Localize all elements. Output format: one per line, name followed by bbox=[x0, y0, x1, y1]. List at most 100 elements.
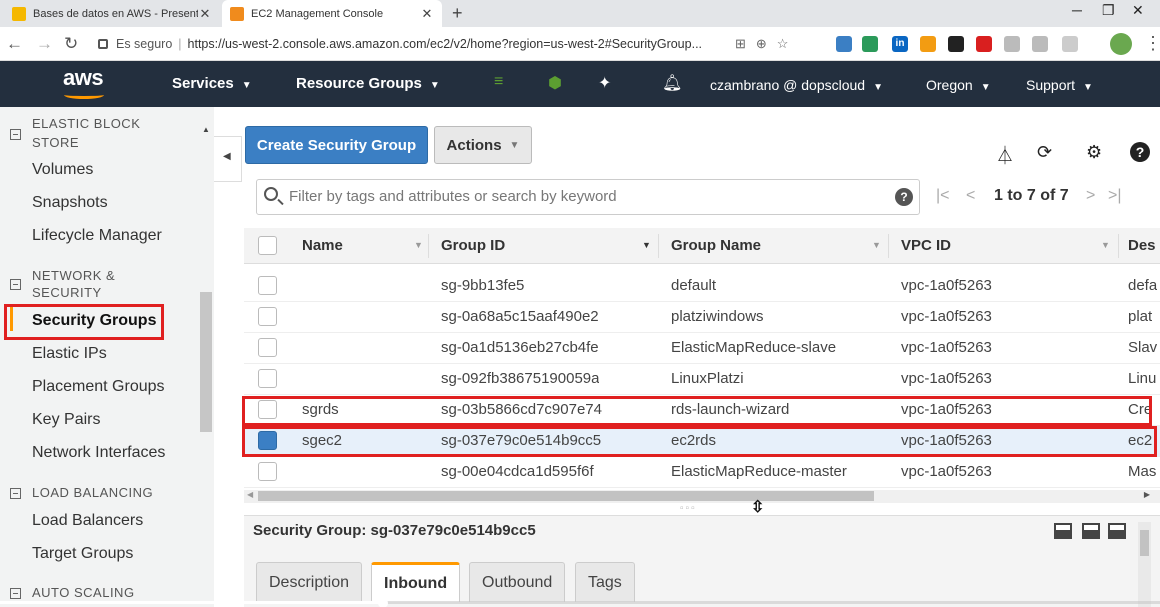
sidebar-group-ebs[interactable]: STORE bbox=[32, 135, 79, 151]
close-window-icon[interactable]: ✕ bbox=[1132, 2, 1144, 19]
sidebar-item-elastic-ips[interactable]: Elastic IPs bbox=[32, 345, 107, 363]
back-icon[interactable]: ← bbox=[6, 34, 23, 54]
column-divider[interactable] bbox=[1118, 234, 1119, 258]
linkedin-icon[interactable]: in bbox=[892, 36, 908, 52]
table-row[interactable]: sg-00e04cdca1d595f6f ElasticMapReduce-ma… bbox=[244, 457, 1160, 488]
table-row[interactable]: sg-092fb38675190059a LinuxPlatzi vpc-1a0… bbox=[244, 364, 1160, 395]
tab-inbound[interactable]: Inbound bbox=[371, 562, 461, 602]
video-progress-bar[interactable] bbox=[0, 598, 1160, 607]
minimize-icon[interactable]: ─ bbox=[1072, 2, 1082, 18]
detail-vertical-scrollbar[interactable] bbox=[1138, 522, 1151, 607]
pin-icon[interactable]: ✦ bbox=[598, 73, 611, 93]
column-divider[interactable] bbox=[428, 234, 429, 258]
collapse-section-icon[interactable] bbox=[10, 129, 21, 140]
sidebar-group-load-balancing[interactable]: LOAD BALANCING bbox=[32, 485, 153, 501]
table-row[interactable]: sgrds sg-03b5866cd7c907e74 rds-launch-wi… bbox=[244, 395, 1160, 426]
create-security-group-button[interactable]: Create Security Group bbox=[245, 126, 428, 164]
close-tab-icon[interactable]: ✕ bbox=[198, 6, 212, 22]
support-menu[interactable]: Support ▼ bbox=[1026, 77, 1093, 93]
sort-icon[interactable]: ▼ bbox=[414, 240, 423, 250]
extension-icon[interactable] bbox=[1062, 36, 1078, 52]
tab-outbound[interactable]: Outbound bbox=[469, 562, 566, 602]
column-header-group-name[interactable]: Group Name bbox=[671, 237, 761, 254]
row-checkbox[interactable] bbox=[258, 338, 277, 357]
pane-splitter[interactable]: ▫▫▫ bbox=[244, 503, 1160, 515]
row-checkbox-checked[interactable] bbox=[258, 431, 277, 450]
services-menu[interactable]: Services ▼ bbox=[172, 75, 252, 92]
row-checkbox[interactable] bbox=[258, 369, 277, 388]
refresh-icon[interactable]: ⟳ bbox=[1037, 142, 1052, 163]
first-page-icon[interactable]: |< bbox=[936, 187, 950, 205]
collapse-section-icon[interactable] bbox=[10, 279, 21, 290]
page-actions-icons[interactable]: ⊞⊕☆ bbox=[735, 36, 798, 52]
sort-icon[interactable]: ▼ bbox=[872, 240, 881, 250]
forward-icon[interactable]: → bbox=[36, 34, 53, 54]
table-row[interactable]: sg-0a68a5c15aaf490e2 platziwindows vpc-1… bbox=[244, 302, 1160, 333]
opera-icon[interactable] bbox=[976, 36, 992, 52]
help-icon[interactable]: ? bbox=[1130, 142, 1150, 162]
bell-icon[interactable]: 🔔︎ bbox=[662, 73, 682, 93]
sort-icon[interactable]: ▼ bbox=[1101, 240, 1110, 250]
sidebar-item-snapshots[interactable]: Snapshots bbox=[32, 194, 108, 212]
filter-help-icon[interactable]: ? bbox=[895, 188, 913, 206]
select-all-checkbox[interactable] bbox=[258, 236, 277, 255]
extension-icon[interactable] bbox=[1004, 36, 1020, 52]
profile-avatar[interactable] bbox=[1110, 33, 1132, 55]
extension-icon[interactable] bbox=[1032, 36, 1048, 52]
pinned-service-icon[interactable]: ≡ bbox=[494, 73, 503, 91]
browser-tab-ec2-console[interactable]: EC2 Management Console ✕ bbox=[222, 0, 442, 27]
account-menu[interactable]: czambrano @ dopscloud ▼ bbox=[710, 77, 883, 93]
pinned-service-icon[interactable]: ⬢ bbox=[548, 73, 562, 93]
sidebar-item-volumes[interactable]: Volumes bbox=[32, 161, 93, 179]
extension-icon[interactable] bbox=[836, 36, 852, 52]
region-menu[interactable]: Oregon ▼ bbox=[926, 77, 991, 93]
tab-tags[interactable]: Tags bbox=[575, 562, 635, 602]
sidebar-item-target-groups[interactable]: Target Groups bbox=[32, 545, 133, 563]
extension-icon[interactable] bbox=[920, 36, 936, 52]
row-checkbox[interactable] bbox=[258, 400, 277, 419]
next-page-icon[interactable]: > bbox=[1086, 187, 1095, 205]
scroll-left-icon[interactable]: ◀ bbox=[247, 490, 253, 499]
sidebar-item-key-pairs[interactable]: Key Pairs bbox=[32, 411, 100, 429]
layout-full-icon[interactable] bbox=[1108, 523, 1126, 539]
table-row[interactable]: sg-9bb13fe5 default vpc-1a0f5263 defa bbox=[244, 271, 1160, 302]
sidebar-item-placement-groups[interactable]: Placement Groups bbox=[32, 378, 165, 396]
sidebar-group-network-security[interactable]: NETWORK & bbox=[32, 268, 115, 284]
extension-icon[interactable] bbox=[948, 36, 964, 52]
progress-knob[interactable] bbox=[378, 598, 388, 607]
flask-icon[interactable]: ⏃ bbox=[996, 142, 1014, 168]
prev-page-icon[interactable]: < bbox=[966, 187, 975, 205]
column-divider[interactable] bbox=[658, 234, 659, 258]
collapse-section-icon[interactable] bbox=[10, 488, 21, 499]
table-horizontal-scrollbar[interactable]: ◀ ▶ bbox=[244, 490, 1160, 503]
table-row[interactable]: sg-0a1d5136eb27cb4fe ElasticMapReduce-sl… bbox=[244, 333, 1160, 364]
sidebar-scrollbar[interactable] bbox=[200, 292, 212, 432]
row-checkbox[interactable] bbox=[258, 276, 277, 295]
layout-bottom-icon[interactable] bbox=[1054, 523, 1072, 539]
close-tab-icon[interactable]: ✕ bbox=[420, 6, 434, 22]
column-header-name[interactable]: Name bbox=[302, 237, 343, 254]
last-page-icon[interactable]: >| bbox=[1108, 187, 1122, 205]
resource-groups-menu[interactable]: Resource Groups ▼ bbox=[296, 75, 440, 92]
url-field[interactable]: Es seguro | https://us-west-2.console.aw… bbox=[98, 33, 820, 55]
column-divider[interactable] bbox=[888, 234, 889, 258]
column-header-description[interactable]: Des bbox=[1128, 237, 1156, 254]
layout-split-icon[interactable] bbox=[1082, 523, 1100, 539]
column-header-vpc-id[interactable]: VPC ID bbox=[901, 237, 951, 254]
restore-icon[interactable]: ❐ bbox=[1102, 2, 1115, 19]
row-checkbox[interactable] bbox=[258, 307, 277, 326]
aws-logo[interactable]: aws bbox=[63, 65, 104, 91]
scrollbar-thumb[interactable] bbox=[1140, 530, 1149, 556]
sidebar-item-load-balancers[interactable]: Load Balancers bbox=[32, 512, 143, 530]
reload-icon[interactable]: ↻ bbox=[64, 34, 78, 54]
tab-description[interactable]: Description bbox=[256, 562, 363, 602]
drag-handle-icon[interactable]: ▫▫▫ bbox=[680, 503, 697, 514]
filter-input[interactable] bbox=[289, 188, 879, 205]
sort-icon[interactable]: ▼ bbox=[642, 240, 651, 250]
gear-icon[interactable]: ⚙ bbox=[1086, 142, 1102, 163]
sidebar-item-network-interfaces[interactable]: Network Interfaces bbox=[32, 444, 165, 462]
row-checkbox[interactable] bbox=[258, 462, 277, 481]
sidebar-item-lifecycle-manager[interactable]: Lifecycle Manager bbox=[32, 227, 162, 245]
new-tab-button[interactable]: + bbox=[452, 3, 463, 24]
extension-icon[interactable] bbox=[862, 36, 878, 52]
